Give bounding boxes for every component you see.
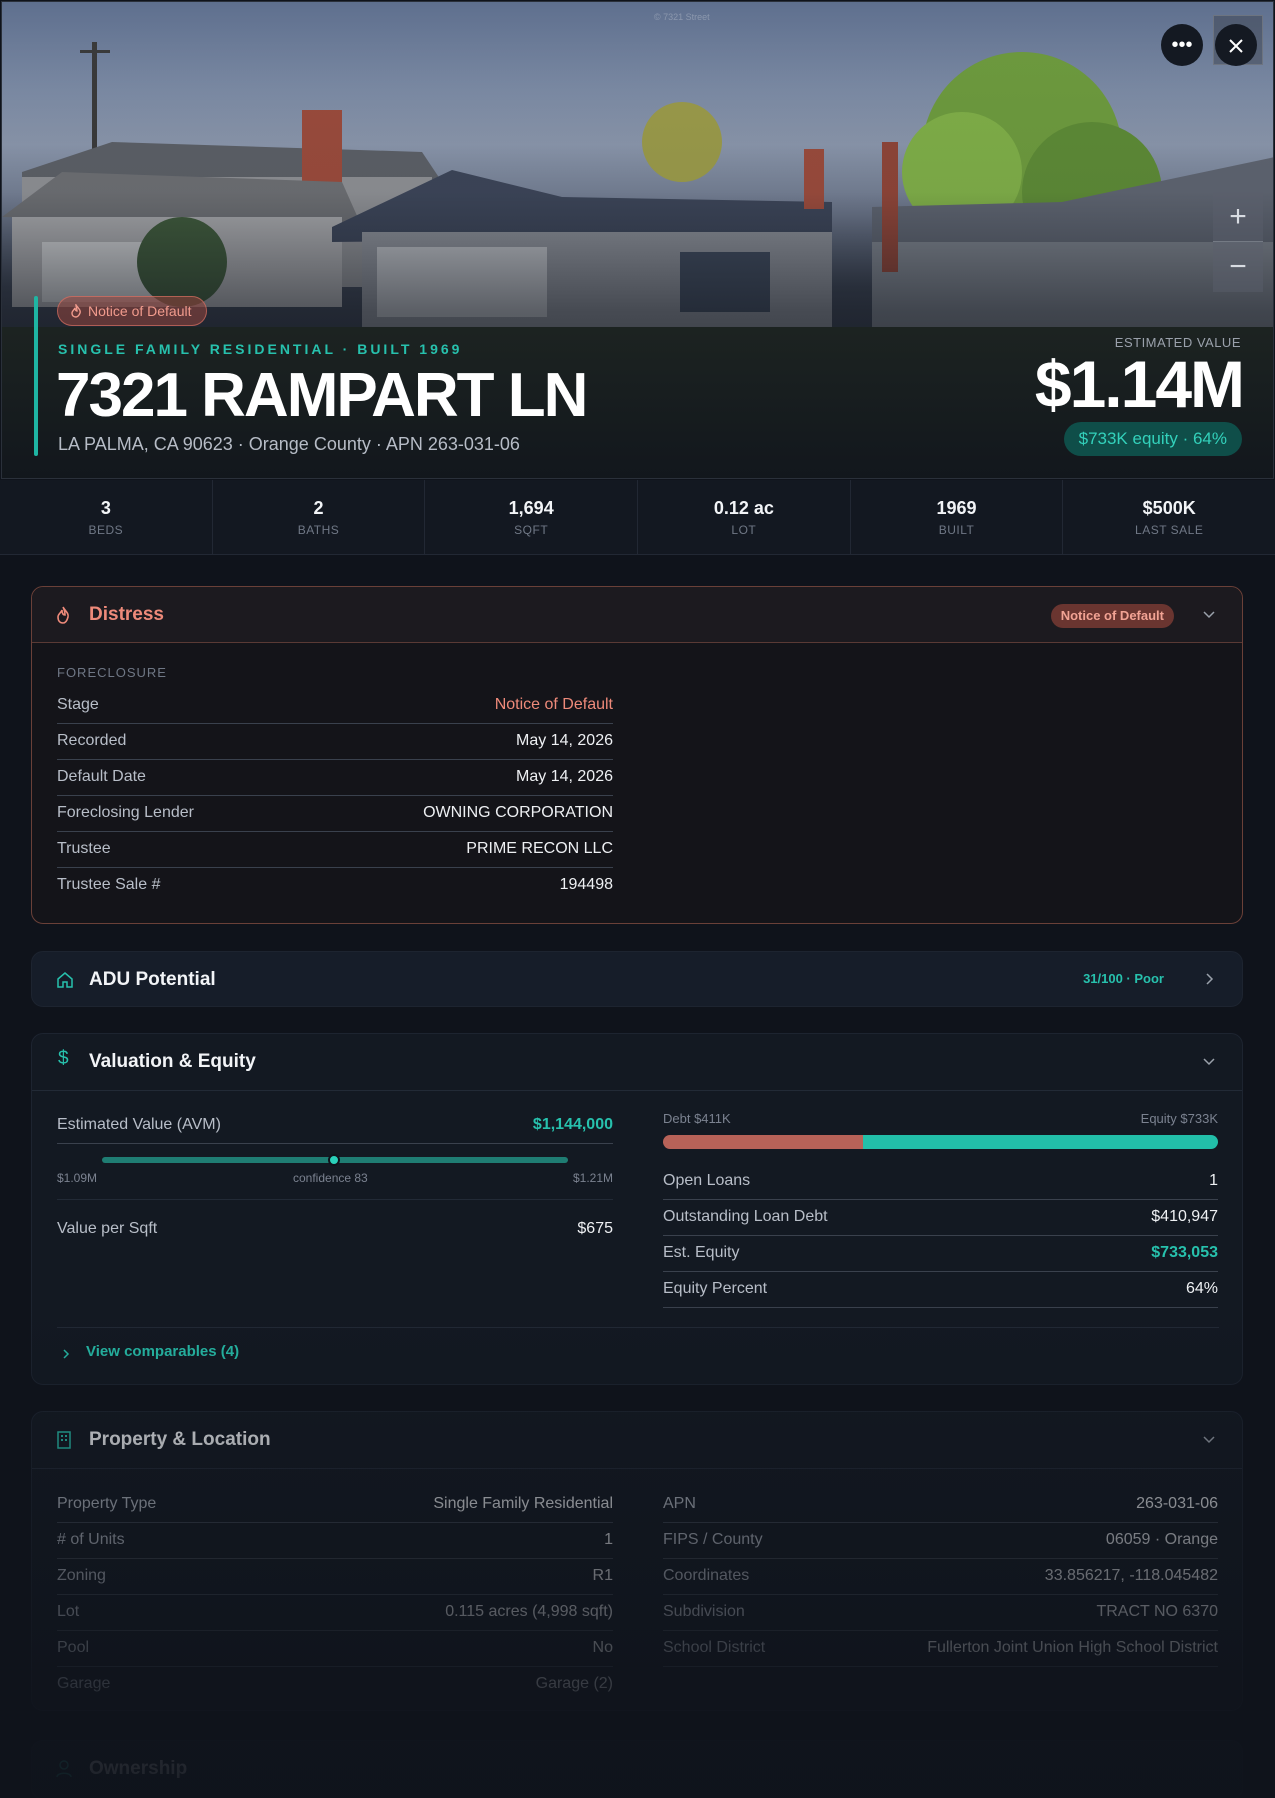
property-subline: LA PALMA, CA 90623 · Orange County · APN… [58, 434, 520, 454]
distress-row-recorded: Recorded May 14, 2026 [57, 724, 613, 760]
prop-row-type: Property Type Single Family Residential [57, 1487, 613, 1523]
adu-card[interactable]: ADU Potential 31/100 · Poor [31, 951, 1243, 1007]
ownership-title: Ownership [89, 1758, 188, 1779]
confidence-label: confidence 83 [293, 1171, 368, 1185]
distress-row-sale-number: Trustee Sale #194498 [57, 876, 613, 893]
equity-label: Equity $733K [1140, 1111, 1218, 1126]
estimated-value: $1.14M [1034, 347, 1245, 421]
property-header[interactable]: Property & Location [32, 1412, 1242, 1468]
distress-header[interactable]: Distress Notice of Default [32, 587, 1242, 643]
avm-row: Estimated Value (AVM) $1,144,000 [57, 1108, 613, 1144]
stat-lot: 0.12 ac LOT [638, 480, 851, 554]
stat-beds: 3 BEDS [0, 480, 213, 554]
distress-row-trustee: Trustee PRIME RECON LLC [57, 832, 613, 868]
property-title: Property & Location [89, 1429, 271, 1450]
distress-row-default-date: Default Date May 14, 2026 [57, 760, 613, 796]
distress-row-lender: Foreclosing Lender OWNING CORPORATION [57, 796, 613, 832]
equity-percent-row: Equity Percent 64% [663, 1272, 1218, 1308]
distress-title: Distress [89, 604, 164, 625]
distress-chip: Notice of Default [57, 296, 207, 326]
stat-sqft: 1,694 SQFT [425, 480, 639, 554]
hero-street-view: © 7321 Street ••• + − Notice of Default … [1, 1, 1274, 479]
distress-badge: Notice of Default [1050, 604, 1174, 628]
prop-row-units: # of Units 1 [57, 1523, 613, 1559]
est-equity-row: Est. Equity $733,053 [663, 1236, 1218, 1272]
debt-label: Debt $411K [663, 1111, 731, 1126]
loan-debt-row: Outstanding Loan Debt $410,947 [663, 1200, 1218, 1236]
valuation-header[interactable]: $ Valuation & Equity [32, 1034, 1242, 1090]
property-kicker: SINGLE FAMILY RESIDENTIAL · BUILT 1969 [58, 341, 463, 357]
ownership-card: Ownership [31, 1740, 1243, 1798]
chevron-right-icon[interactable] [60, 1348, 72, 1360]
prop-row-fips: FIPS / County 06059 · Orange [663, 1523, 1218, 1559]
confidence-marker [328, 1154, 340, 1166]
stat-last-sale: $500K LAST SALE [1135, 498, 1204, 537]
distress-row-stage: Stage Notice of Default [57, 688, 613, 724]
range-high: $1.21M [573, 1171, 614, 1185]
close-button[interactable] [1215, 24, 1257, 66]
building-icon [57, 1431, 71, 1449]
prop-row-subdivision: Subdivision TRACT NO 6370 [663, 1595, 1218, 1631]
chevron-down-icon[interactable] [1202, 607, 1216, 621]
flame-icon [71, 304, 81, 318]
dollar-icon: $ [58, 1048, 69, 1069]
foreclosure-label: FORECLOSURE [57, 665, 167, 680]
debt-equity-bar [663, 1135, 1218, 1149]
view-comparables-link[interactable]: View comparables (4) [86, 1343, 239, 1360]
chevron-down-icon[interactable] [1202, 1432, 1216, 1446]
range-low: $1.09M [57, 1171, 98, 1185]
distress-chip-label: Notice of Default [88, 303, 192, 319]
more-options-button[interactable]: ••• [1161, 24, 1203, 66]
price-per-sqft-row: Value per Sqft $675 [57, 1220, 613, 1237]
chevron-right-icon[interactable] [1202, 972, 1216, 986]
prop-row-zoning: Zoning R1 [57, 1559, 613, 1595]
equity-segment [862, 1135, 1218, 1149]
equity-chip: $733K equity · 64% [1063, 422, 1242, 456]
stat-baths: 2 BATHS [213, 480, 426, 554]
stat-built: 1969 BUILT [851, 480, 1064, 554]
prop-row-pool: Pool No [57, 1631, 613, 1667]
prop-row-apn: APN 263-031-06 [663, 1487, 1218, 1523]
open-loans-row: Open Loans 1 [663, 1164, 1218, 1200]
close-icon [1229, 39, 1243, 53]
user-icon [56, 1760, 72, 1778]
zoom-in-button[interactable]: + [1213, 192, 1263, 242]
ownership-header[interactable]: Ownership [32, 1741, 1242, 1797]
prop-row-coordinates: Coordinates 33.856217, -118.045482 [663, 1559, 1218, 1595]
accent-bar [34, 296, 38, 456]
adu-title: ADU Potential [89, 969, 216, 990]
more-icon: ••• [1171, 34, 1193, 56]
prop-row-school: School District Fullerton Joint Union Hig… [663, 1631, 1218, 1667]
adu-score: 31/100 · Poor [1083, 971, 1164, 986]
prop-row-garage: Garage Garage (2) [57, 1675, 613, 1692]
stats-bar: 3 BEDS 2 BATHS 1,694 SQFT 0.12 ac LOT 1969 BU… [0, 480, 1275, 555]
property-address: 7321 RAMPART LN [56, 361, 588, 430]
street-view-watermark: © 7321 Street [654, 12, 710, 22]
valuation-title: Valuation & Equity [89, 1051, 256, 1072]
home-icon [57, 972, 73, 988]
chevron-down-icon[interactable] [1202, 1054, 1216, 1068]
prop-row-lot: Lot 0.115 acres (4,998 sqft) [57, 1595, 613, 1631]
zoom-out-button[interactable]: − [1213, 242, 1263, 292]
zoom-controls: + − [1213, 192, 1263, 292]
debt-segment [663, 1135, 863, 1149]
flame-icon [57, 606, 69, 624]
